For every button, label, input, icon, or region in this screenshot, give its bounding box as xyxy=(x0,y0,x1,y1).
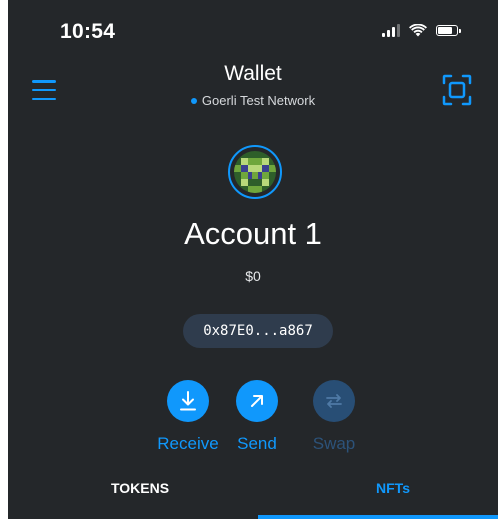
battery-icon xyxy=(436,25,461,36)
network-status-dot-icon xyxy=(190,97,197,104)
tab-nfts[interactable]: NFTs xyxy=(353,480,433,496)
receive-label: Receive xyxy=(157,434,219,453)
account-balance: $0 xyxy=(245,268,261,284)
send-button[interactable]: Send xyxy=(217,380,297,454)
active-tab-indicator xyxy=(258,515,498,519)
arrow-up-right-icon xyxy=(251,395,263,407)
wallet-screen: 10:54 Wallet Goerli Test Network Account… xyxy=(8,0,498,519)
tab-tokens[interactable]: TOKENS xyxy=(100,480,180,496)
status-time: 10:54 xyxy=(60,20,116,43)
swap-icon xyxy=(326,394,342,408)
receive-button-circle[interactable] xyxy=(167,380,209,422)
qr-scan-icon[interactable] xyxy=(442,74,472,106)
status-icons xyxy=(382,24,461,37)
account-address: 0x87E0...a867 xyxy=(203,323,313,339)
account-avatar[interactable] xyxy=(228,145,282,199)
header-title: Wallet xyxy=(224,62,282,85)
arrow-down-icon xyxy=(180,391,196,411)
swap-label: Swap xyxy=(312,434,356,453)
wifi-icon xyxy=(409,24,427,37)
send-label: Send xyxy=(237,434,277,453)
account-name[interactable]: Account 1 xyxy=(8,216,498,252)
address-copy-button[interactable]: 0x87E0...a867 xyxy=(183,314,333,348)
cellular-signal-icon xyxy=(382,24,400,37)
network-indicator[interactable]: Goerli Test Network xyxy=(8,93,498,108)
send-button-circle[interactable] xyxy=(236,380,278,422)
swap-button[interactable]: Swap xyxy=(294,380,374,454)
identicon-icon xyxy=(234,151,276,193)
network-name: Goerli Test Network xyxy=(201,93,316,108)
swap-button-circle[interactable] xyxy=(313,380,355,422)
receive-button[interactable]: Receive xyxy=(148,380,228,454)
